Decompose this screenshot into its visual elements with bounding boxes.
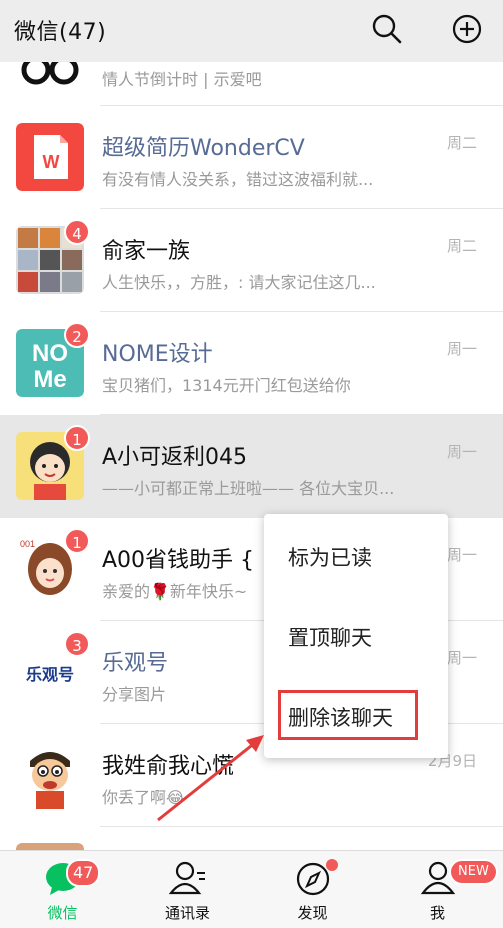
chat-preview: 人生快乐，，方胜，: 请大家记住这几... xyxy=(102,273,376,292)
new-badge: NEW xyxy=(449,859,498,885)
unread-badge: 2 xyxy=(64,322,90,348)
chat-preview: 有没有情人没关系，错过这波福利就... xyxy=(102,170,374,189)
chat-time: 周一 xyxy=(446,443,477,461)
bottom-tab-bar: 47 微信 通讯录 发现 NEW 我 xyxy=(0,850,503,928)
search-icon[interactable] xyxy=(370,12,404,46)
unread-badge: 4 xyxy=(64,219,90,245)
chat-time: 周二 xyxy=(446,134,477,152)
tab-label: 通讯录 xyxy=(164,904,210,922)
chat-preview: 亲爱的🌹新年快乐~ xyxy=(102,582,248,601)
chat-row[interactable] xyxy=(0,827,503,850)
chat-avatar xyxy=(16,741,84,809)
page-title: 微信(47) xyxy=(14,20,107,45)
tab-chats[interactable]: 47 微信 xyxy=(0,851,125,928)
tab-discover[interactable]: 发现 xyxy=(250,851,375,928)
chat-preview: 你丢了啊😂 xyxy=(102,788,185,807)
unread-dot xyxy=(326,859,338,871)
chat-avatar xyxy=(16,843,84,850)
chat-preview: 宝贝猪们，1314元开门红包送给你 xyxy=(102,376,351,395)
svg-text:乐观号: 乐观号 xyxy=(26,665,74,684)
chat-name: A小可返利045 xyxy=(102,445,248,470)
chat-time: 周二 xyxy=(446,237,477,255)
chat-name: 超级简历WonderCV xyxy=(102,136,305,161)
contacts-icon xyxy=(169,861,205,895)
unread-badge: 1 xyxy=(64,425,90,451)
chat-time: 周一 xyxy=(446,546,477,564)
unread-badge: 3 xyxy=(64,631,90,657)
tab-badge: 47 xyxy=(66,859,101,887)
chat-row[interactable]: NO Me 2 NOME设计 宝贝猪们，1314元开门红包送给你 周一 xyxy=(0,312,503,415)
chat-name: NOME设计 xyxy=(102,342,213,367)
chat-row[interactable]: 4 俞家一族 人生快乐，，方胜，: 请大家记住这几... 周二 xyxy=(0,209,503,312)
unread-badge: 1 xyxy=(64,528,90,554)
top-bar: 微信(47) xyxy=(0,0,503,62)
tab-label: 微信 xyxy=(47,904,78,922)
chat-name: 俞家一族 xyxy=(102,239,191,264)
tab-me[interactable]: NEW 我 xyxy=(375,851,500,928)
chat-avatar: W xyxy=(16,123,84,191)
chat-avatar xyxy=(21,62,79,85)
tab-contacts[interactable]: 通讯录 xyxy=(125,851,250,928)
chat-name: A00省钱助手 { xyxy=(102,548,255,573)
svg-text:NO: NO xyxy=(32,340,68,367)
highlight-box xyxy=(278,690,418,740)
chat-row[interactable]: W 超级简历WonderCV 有没有情人没关系，错过这波福利就... 周二 xyxy=(0,106,503,209)
chat-name: 乐观号 xyxy=(102,651,169,676)
svg-text:Me: Me xyxy=(33,366,66,393)
chat-time: 周一 xyxy=(446,649,477,667)
chat-row[interactable]: 情人节倒计时 | 示爱吧 xyxy=(0,62,503,106)
chat-preview: 情人节倒计时 | 示爱吧 xyxy=(102,70,262,89)
menu-item-mark-read[interactable]: 标为已读 xyxy=(288,542,372,572)
svg-text:W: W xyxy=(43,152,60,172)
chat-row[interactable]: 1 A小可返利045 ——小可都正常上班啦—— 各位大宝贝... 周一 xyxy=(0,415,503,518)
tab-label: 发现 xyxy=(297,904,328,922)
chat-time: 周一 xyxy=(446,340,477,358)
chat-preview: 分享图片 xyxy=(102,685,167,704)
chat-name: 我姓俞我心慌 xyxy=(102,754,235,779)
add-icon[interactable] xyxy=(450,12,484,46)
menu-item-pin-chat[interactable]: 置顶聊天 xyxy=(288,622,372,652)
chat-preview: ——小可都正常上班啦—— 各位大宝贝... xyxy=(102,479,395,498)
tab-label: 我 xyxy=(429,904,445,922)
svg-text:001: 001 xyxy=(20,539,35,549)
